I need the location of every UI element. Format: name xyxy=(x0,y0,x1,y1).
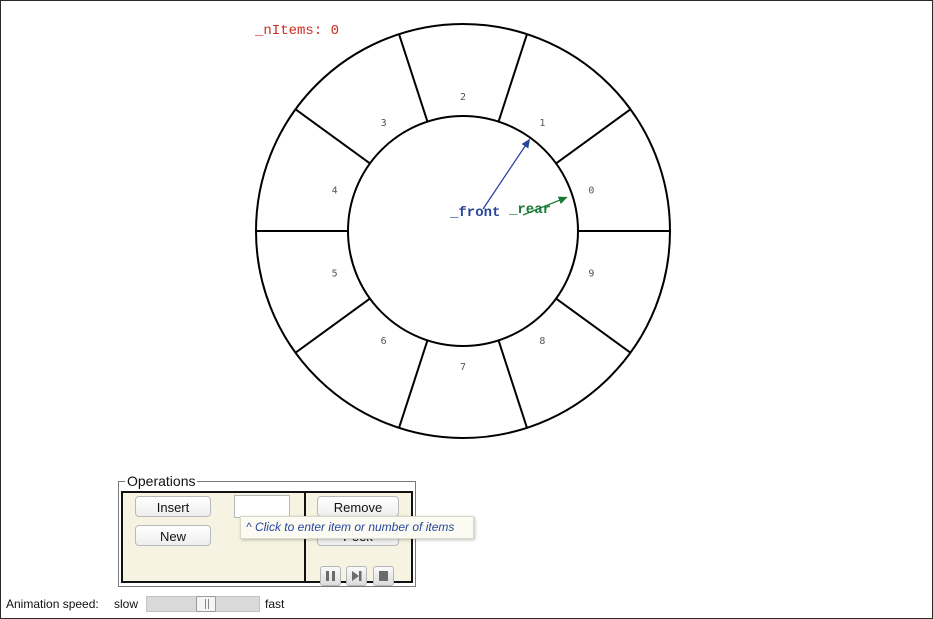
remove-button[interactable]: Remove xyxy=(317,496,399,517)
new-button[interactable]: New xyxy=(135,525,211,546)
stop-button[interactable] xyxy=(373,566,394,586)
cell-index-label: 2 xyxy=(460,92,466,103)
stop-icon xyxy=(379,571,388,581)
speed-slow-label: slow xyxy=(114,597,139,611)
operations-legend: Operations xyxy=(125,473,198,489)
cell-divider xyxy=(294,108,371,165)
speed-slider[interactable] xyxy=(146,596,260,612)
cell-divider xyxy=(497,33,528,122)
cell-index-label: 7 xyxy=(460,362,466,373)
cell-index-label: 1 xyxy=(539,118,545,129)
cell-index-label: 4 xyxy=(332,185,338,196)
cell-divider xyxy=(294,297,371,354)
circular-queue-diagram: 0 1 2 3 4 5 6 7 8 9 _front _rear xyxy=(255,23,671,439)
cell-index-label: 5 xyxy=(332,269,338,280)
cell-divider xyxy=(555,108,632,165)
speed-fast-label: fast xyxy=(265,597,285,611)
cell-divider xyxy=(398,33,429,122)
insert-button[interactable]: Insert xyxy=(135,496,211,517)
n-items-label: _nItems: 0 xyxy=(255,23,340,39)
cell-index-label: 3 xyxy=(381,118,387,129)
cell-divider xyxy=(497,340,528,429)
animation-speed-label: Animation speed: xyxy=(6,597,99,611)
cell-index-label: 9 xyxy=(588,269,594,280)
item-input[interactable] xyxy=(234,495,290,518)
step-button[interactable] xyxy=(346,566,367,586)
front-pointer-arrow xyxy=(482,138,530,210)
input-tooltip: ^ Click to enter item or number of items xyxy=(240,516,474,539)
pause-icon xyxy=(326,571,335,581)
cell-index-label: 6 xyxy=(381,336,387,347)
inner-ring xyxy=(347,115,579,347)
step-icon xyxy=(352,571,362,581)
speed-slider-thumb[interactable] xyxy=(196,596,216,612)
cell-divider xyxy=(398,340,429,429)
cell-divider xyxy=(555,297,632,354)
rear-pointer-label: _rear xyxy=(508,202,551,218)
cell-index-label: 8 xyxy=(539,336,545,347)
front-pointer-label: _front xyxy=(449,205,500,221)
pause-button[interactable] xyxy=(320,566,341,586)
cell-index-label: 0 xyxy=(588,185,594,196)
